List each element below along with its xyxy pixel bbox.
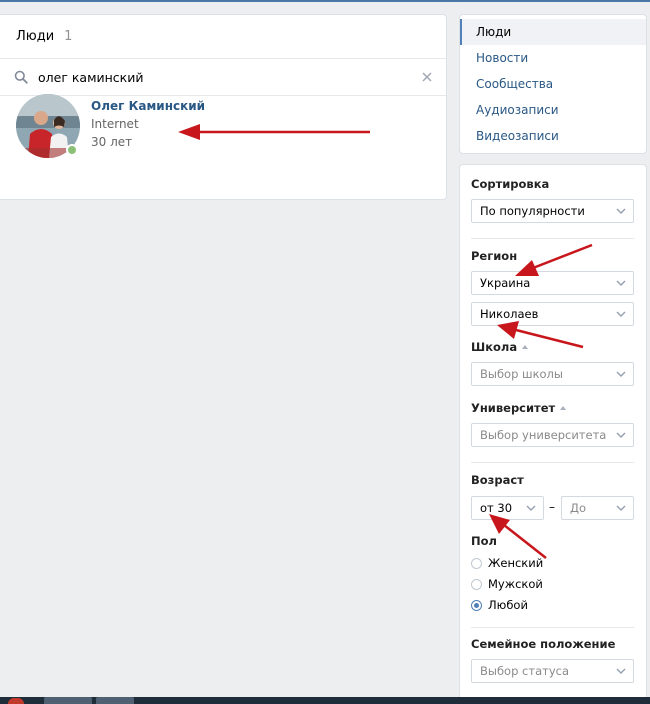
age-to-placeholder: До xyxy=(570,501,587,515)
university-select-placeholder: Выбор университета xyxy=(480,428,607,442)
marital-status-label: Семейное положение xyxy=(471,637,616,651)
gender-option-female[interactable]: Женский xyxy=(471,555,543,571)
menu-item-news[interactable]: Новости xyxy=(460,45,646,71)
chevron-down-icon xyxy=(616,505,626,511)
taskbar-app-button[interactable] xyxy=(96,697,134,704)
divider xyxy=(471,462,634,463)
search-bar xyxy=(0,59,446,96)
gender-option-label: Любой xyxy=(488,598,528,612)
age-label: Возраст xyxy=(471,473,524,487)
school-label[interactable]: Школа xyxy=(471,340,529,354)
marital-status-placeholder: Выбор статуса xyxy=(480,664,569,678)
radio-button-selected[interactable] xyxy=(471,599,482,611)
search-icon xyxy=(14,70,28,84)
gender-label: Пол xyxy=(471,534,497,548)
close-icon[interactable] xyxy=(420,70,434,84)
chevron-down-icon xyxy=(526,505,536,511)
person-workplace: Internet xyxy=(91,117,139,131)
results-count: 1 xyxy=(64,29,73,44)
start-button[interactable] xyxy=(8,698,24,704)
school-select-placeholder: Выбор школы xyxy=(480,367,563,381)
chevron-down-icon xyxy=(616,311,626,317)
university-label-text: Университет xyxy=(471,401,556,415)
results-header: Люди 1 xyxy=(0,15,446,59)
menu-item-audio[interactable]: Аудиозаписи xyxy=(460,97,646,123)
university-label[interactable]: Университет xyxy=(471,401,567,415)
divider xyxy=(471,238,634,239)
country-select[interactable]: Украина xyxy=(471,271,634,295)
university-select[interactable]: Выбор университета xyxy=(471,423,634,447)
city-select[interactable]: Николаев xyxy=(471,302,634,326)
gender-option-label: Мужской xyxy=(488,577,543,591)
chevron-down-icon xyxy=(616,371,626,377)
results-title: Люди xyxy=(16,29,55,44)
online-indicator xyxy=(66,144,78,156)
age-range-dash: – xyxy=(549,500,555,514)
caret-up-icon xyxy=(522,345,529,349)
person-result-item[interactable]: Олег Каминский Internet 30 лет xyxy=(16,94,416,164)
chevron-down-icon xyxy=(616,280,626,286)
gender-option-label: Женский xyxy=(488,556,544,570)
search-section-menu: Люди Новости Сообщества Аудиозаписи Виде… xyxy=(459,14,647,154)
chevron-down-icon xyxy=(616,432,626,438)
search-input[interactable] xyxy=(38,68,398,86)
person-name-link[interactable]: Олег Каминский xyxy=(91,99,205,113)
menu-item-video[interactable]: Видеозаписи xyxy=(460,123,646,149)
school-label-text: Школа xyxy=(471,340,518,354)
sort-select-value: По популярности xyxy=(480,204,585,218)
city-select-value: Николаев xyxy=(480,307,539,321)
sort-label: Сортировка xyxy=(471,177,550,191)
radio-button[interactable] xyxy=(471,578,482,590)
marital-status-select[interactable]: Выбор статуса xyxy=(471,659,634,683)
school-select[interactable]: Выбор школы xyxy=(471,362,634,386)
radio-button[interactable] xyxy=(471,557,482,569)
age-from-value: от 30 xyxy=(480,501,513,515)
region-label: Регион xyxy=(471,249,518,263)
chevron-down-icon xyxy=(616,208,626,214)
divider xyxy=(471,627,634,628)
age-from-select[interactable]: от 30 xyxy=(471,496,544,520)
top-header-strip xyxy=(0,0,650,2)
menu-item-communities[interactable]: Сообщества xyxy=(460,71,646,97)
person-age: 30 лет xyxy=(91,135,133,149)
caret-up-icon xyxy=(560,406,567,410)
sort-select[interactable]: По популярности xyxy=(471,199,634,223)
gender-option-male[interactable]: Мужской xyxy=(471,576,543,592)
search-filters-panel: Сортировка По популярности Регион Украин… xyxy=(459,164,647,704)
menu-item-people[interactable]: Люди xyxy=(460,19,646,45)
gender-option-any[interactable]: Любой xyxy=(471,597,528,613)
chevron-down-icon xyxy=(616,668,626,674)
country-select-value: Украина xyxy=(480,276,531,290)
taskbar-app-button[interactable] xyxy=(44,697,92,704)
age-to-select[interactable]: До xyxy=(561,496,634,520)
